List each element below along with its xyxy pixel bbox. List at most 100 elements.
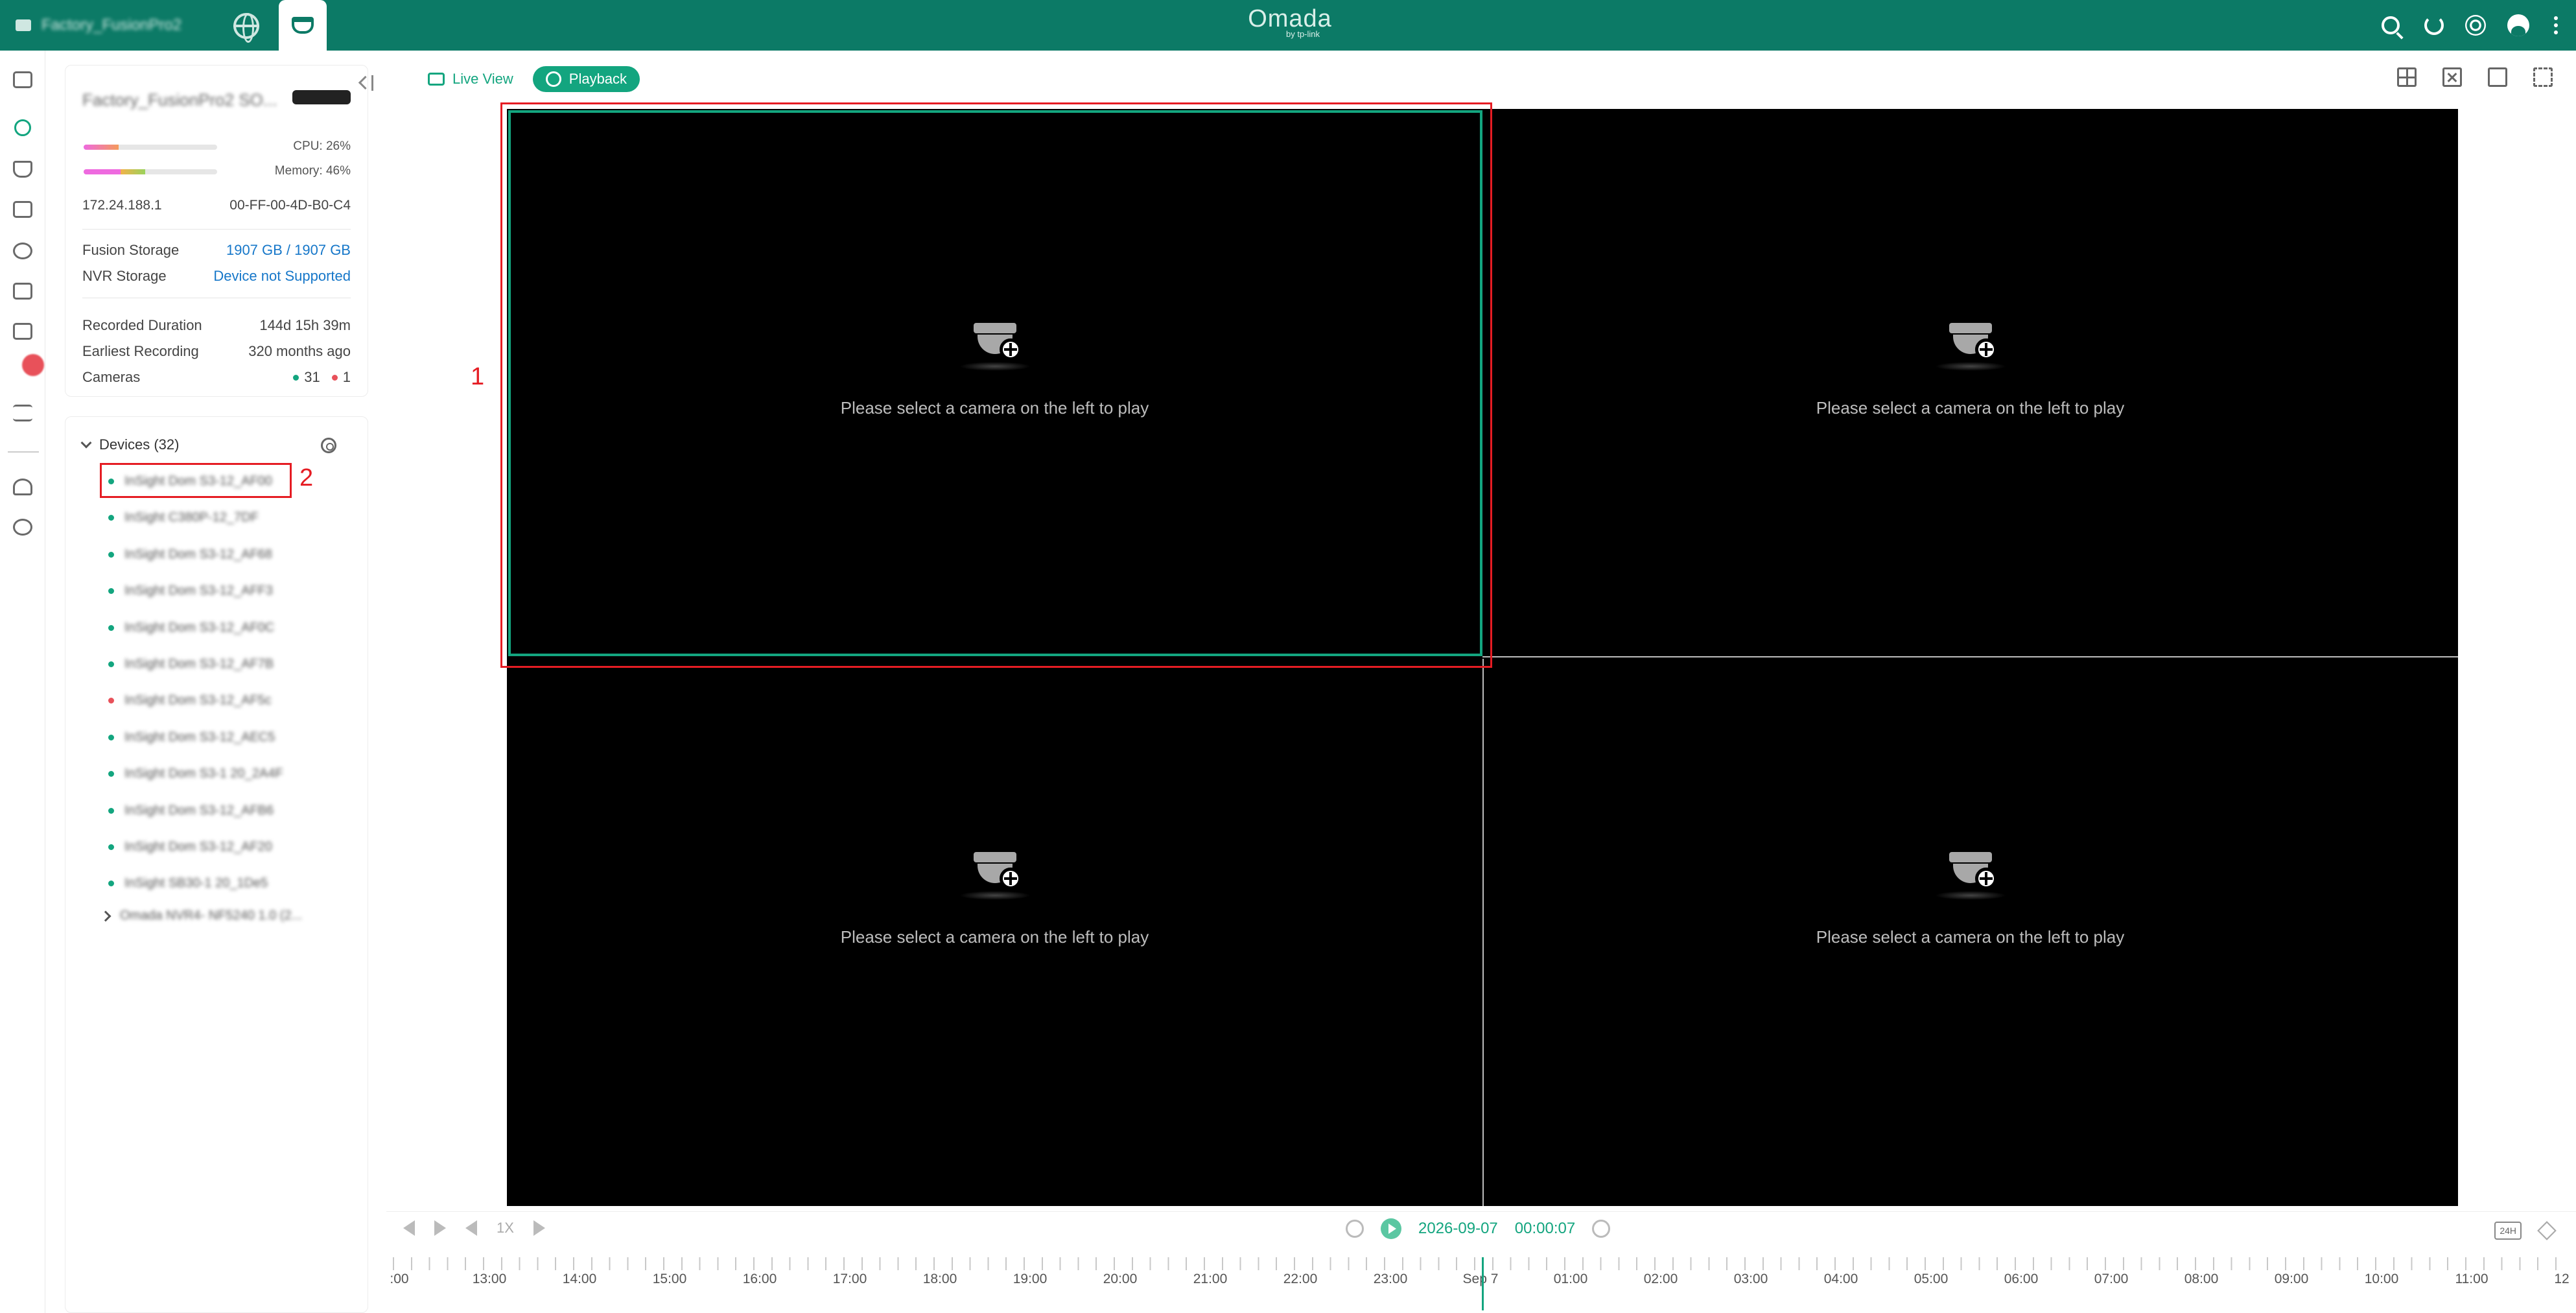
camera-icon[interactable] (13, 161, 32, 178)
sidebar-toggle-icon[interactable] (13, 71, 32, 88)
timeline-tick-label: 02:00 (1643, 1272, 1678, 1286)
close-all-icon[interactable] (2442, 67, 2462, 87)
device-settings-icon[interactable] (321, 438, 336, 453)
device-list-item[interactable]: InSight Dom S3-12_AF68 (108, 547, 272, 562)
live-view-tab[interactable]: Live View (415, 66, 526, 92)
device-list-item[interactable]: InSight Dom S3-12_AEC5 (108, 730, 275, 745)
device-list-item[interactable]: InSight Dom S3-12_AF20 (108, 840, 272, 855)
devices-header[interactable]: Devices (32) (80, 436, 179, 453)
gear-icon[interactable] (13, 519, 32, 536)
surveillance-tab[interactable] (279, 0, 327, 51)
device-list-item[interactable]: InSight SB30-1 20_1De5 (108, 876, 268, 891)
previous-frame-icon[interactable] (403, 1220, 415, 1236)
fullscreen-icon[interactable] (2533, 67, 2553, 87)
timeline-tick-label: 19:00 (1013, 1272, 1048, 1286)
device-list-item[interactable]: InSight Dom S3-12_AFB6 (108, 803, 274, 818)
site-name: Factory_FusionPro2 (41, 16, 182, 34)
video-cell[interactable]: Please select a camera on the left to pl… (1482, 109, 2458, 657)
grid-divider (1482, 659, 1484, 1206)
speed-label: 1X (497, 1220, 514, 1236)
forward-icon[interactable] (1592, 1220, 1611, 1238)
add-camera-icon (1934, 323, 2006, 372)
device-group-name: Omada NVR4- NF5240 1.0 (2... (120, 908, 303, 923)
globe-icon[interactable] (233, 13, 259, 43)
screen-icon[interactable] (2488, 67, 2507, 87)
device-list-item[interactable]: InSight Dom S3-12_AF7B (108, 657, 274, 672)
device-group[interactable]: Omada NVR4- NF5240 1.0 (2... (100, 908, 303, 923)
video-cell[interactable]: Please select a camera on the left to pl… (507, 657, 1482, 1206)
timeline-tick-label: 01:00 (1553, 1272, 1588, 1286)
camera-icon (292, 17, 314, 34)
device-list-item[interactable]: InSight Dom S3-12_AF0C (108, 621, 274, 635)
status-dot (108, 698, 114, 704)
status-dot (108, 807, 114, 814)
timeline-tick-label: 21:00 (1193, 1272, 1228, 1286)
rail-divider (8, 451, 39, 453)
theme-icon[interactable] (2470, 19, 2481, 31)
site-selector[interactable]: Factory_FusionPro2 (0, 0, 214, 51)
collapse-panel-icon[interactable] (358, 74, 373, 92)
chevron-right-icon (100, 910, 111, 921)
timeline-tick-label: 20:00 (1103, 1272, 1138, 1286)
speed-up-icon[interactable] (533, 1220, 545, 1236)
earliest-recording-row: Earliest Recording 320 months ago (82, 343, 351, 360)
mac-address: 00-FF-00-4D-B0-C4 (229, 198, 351, 213)
timeline-tick-label: 06:00 (2004, 1272, 2039, 1286)
timeline-tick-label: 18:00 (922, 1272, 957, 1286)
nvr-storage-value[interactable]: Device not Supported (213, 268, 351, 285)
live-view-label: Live View (452, 71, 513, 87)
refresh-icon[interactable] (2424, 16, 2444, 35)
rewind-icon[interactable] (1346, 1220, 1364, 1238)
status-dot (108, 881, 114, 887)
cameras-online-count: 31 (304, 369, 320, 385)
playback-tab[interactable]: Playback (532, 66, 640, 92)
grid-layout-icon[interactable] (2397, 67, 2417, 87)
play-button[interactable] (1381, 1218, 1401, 1239)
playback-controls: 1X 2026-09-07 00:00:07 24H :00 13:00 14:00… (386, 1211, 2576, 1313)
status-dot (108, 771, 114, 777)
playback-date[interactable]: 2026-09-07 (1418, 1220, 1498, 1238)
video-icon (428, 73, 445, 86)
device-list-item[interactable]: InSight Dom S3-12_AF5c (108, 693, 272, 708)
timeline-tick-label: 08:00 (2184, 1272, 2219, 1286)
range-24h-button[interactable]: 24H (2494, 1222, 2522, 1240)
timeline-tick-label: 23:00 (1373, 1272, 1408, 1286)
avatar[interactable] (2507, 14, 2529, 36)
analytics-icon[interactable] (13, 242, 32, 259)
event-icon[interactable] (13, 323, 32, 340)
video-cell[interactable]: Please select a camera on the left to pl… (1482, 657, 2458, 1206)
view-toolbar (2397, 67, 2553, 87)
device-list-item[interactable]: InSight C380P-12_7DF (108, 510, 259, 525)
playback-icon[interactable] (14, 119, 31, 136)
timeline-cursor[interactable] (1482, 1257, 1484, 1310)
nvr-storage-row: NVR Storage Device not Supported (82, 268, 351, 285)
play-icon[interactable] (434, 1220, 446, 1236)
playback-buttons: 1X (403, 1220, 545, 1236)
timeline-options: 24H (2494, 1221, 2557, 1240)
chevron-down-icon (80, 437, 92, 449)
status-dot (108, 624, 114, 631)
cameras-offline-count: 1 (342, 369, 351, 385)
search-icon[interactable] (2382, 16, 2400, 34)
device-list-item[interactable]: InSight Dom S3-12_AFF3 (108, 584, 273, 598)
more-icon[interactable] (2554, 16, 2559, 34)
user-icon[interactable] (13, 479, 32, 495)
ip-address: 172.24.188.1 (82, 198, 162, 213)
annotation-number: 2 (299, 464, 314, 491)
layers-icon[interactable] (2537, 1221, 2557, 1240)
fusion-storage-row: Fusion Storage 1907 GB / 1907 GB (82, 242, 351, 259)
annotation-number: 1 (471, 363, 485, 390)
device-name: InSight Dom S3-12_AF5c (124, 693, 272, 708)
fusion-storage-value[interactable]: 1907 GB / 1907 GB (226, 242, 351, 259)
timeline-tick-label: 12 (2554, 1272, 2570, 1286)
nvr-icon[interactable] (13, 201, 32, 218)
folder-icon[interactable] (13, 283, 32, 300)
slow-down-icon[interactable] (465, 1220, 477, 1236)
device-name: InSight Dom S3-1 20_2A4F (124, 766, 283, 781)
timeline-ruler[interactable] (393, 1257, 2563, 1270)
device-list-item[interactable]: InSight Dom S3-1 20_2A4F (108, 766, 283, 781)
view-mode-tabs: Live View Playback (415, 66, 640, 92)
device-name: InSight Dom S3-12_AFB6 (124, 803, 274, 818)
settings-sliders-icon[interactable] (13, 405, 32, 421)
camera-status-counts: 31 1 (293, 369, 351, 386)
